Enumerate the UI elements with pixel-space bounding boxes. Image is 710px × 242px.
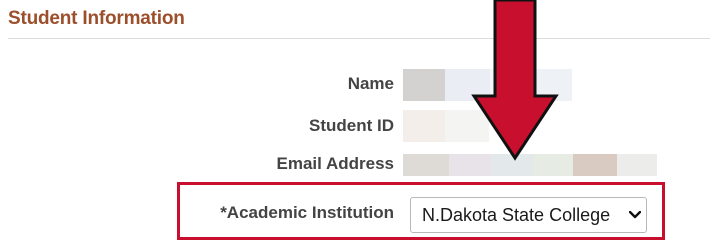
email-address-label: Email Address [276, 154, 394, 173]
student-id-label: Student ID [309, 116, 394, 135]
academic-institution-select[interactable]: N.Dakota State College [410, 197, 647, 233]
down-arrow-icon [471, 0, 559, 161]
chevron-down-icon[interactable] [624, 198, 646, 232]
section-title: Student Information [8, 8, 185, 29]
name-label: Name [347, 74, 394, 93]
academic-institution-label: *Academic Institution [220, 203, 394, 222]
section-divider [8, 38, 710, 39]
academic-institution-selected-value: N.Dakota State College [422, 204, 611, 225]
